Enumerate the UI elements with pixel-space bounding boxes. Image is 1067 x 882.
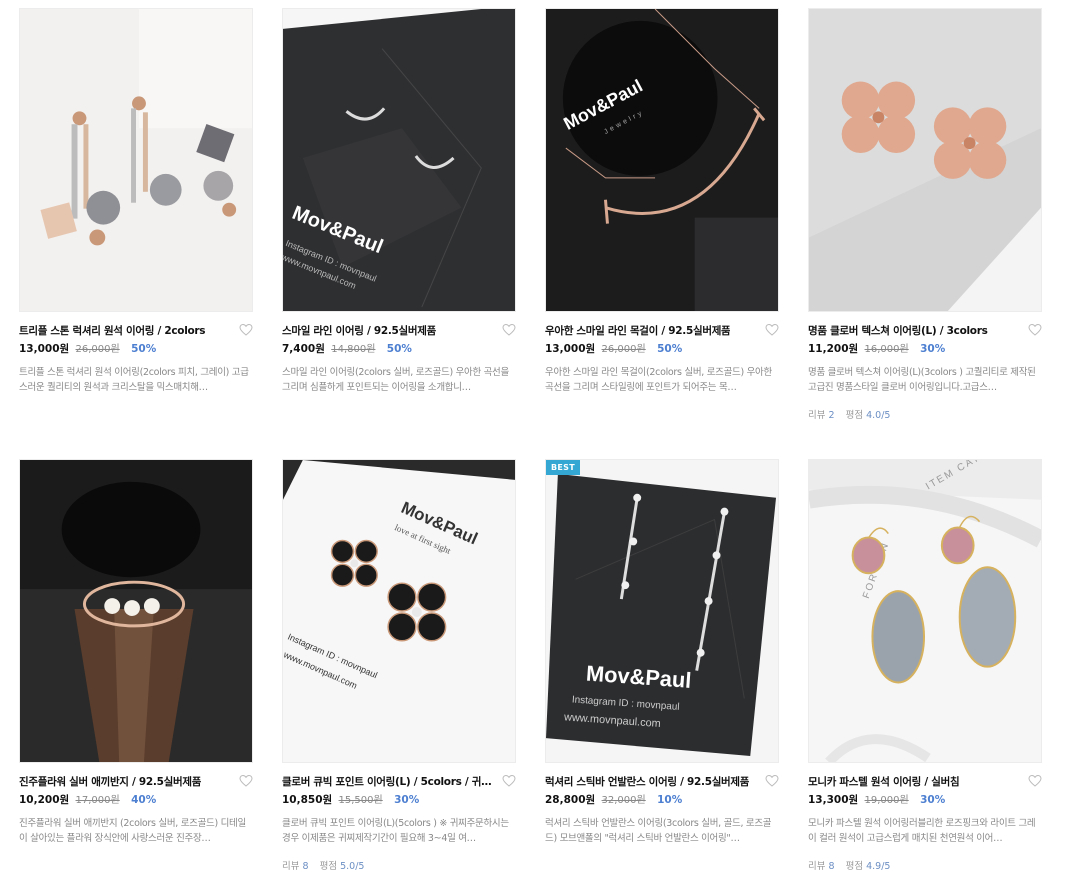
- sale-price: 10,200원: [19, 794, 70, 806]
- discount-rate: 30%: [920, 343, 946, 355]
- original-price: 32,000원: [601, 795, 646, 806]
- original-price: 19,000원: [864, 795, 909, 806]
- product-description: 스마일 라인 이어링(2colors 실버, 로즈골드) 우아한 곡선을 그리며…: [282, 367, 509, 393]
- original-price: 16,000원: [864, 344, 909, 355]
- original-price: 26,000원: [75, 344, 120, 355]
- discount-rate: 50%: [386, 343, 412, 355]
- product-image[interactable]: [19, 459, 253, 763]
- discount-rate: 10%: [657, 794, 683, 806]
- discount-rate: 30%: [920, 794, 946, 806]
- heart-icon[interactable]: [502, 774, 516, 788]
- discount-rate: 50%: [657, 343, 683, 355]
- product-card[interactable]: Mov&Paul love at first sight Instagram I…: [282, 459, 516, 872]
- product-title[interactable]: 스마일 라인 이어링 / 92.5실버제품: [282, 323, 436, 338]
- product-image[interactable]: [19, 8, 253, 312]
- review-summary: 리뷰 2 평점 4.0/5: [808, 407, 1042, 421]
- product-grid: 트리플 스톤 럭셔리 원석 이어링 / 2colors 13,000원 26,0…: [0, 0, 1067, 882]
- rating-value: 4.9/5: [866, 861, 891, 872]
- review-label: 리뷰: [282, 861, 300, 872]
- product-card[interactable]: Mov&Paul Instagram ID : movnpaul www.mov…: [282, 8, 516, 395]
- product-description: 명품 클로버 텍스쳐 이어링(L)(3colors ) 고퀄리티로 제작된 고급…: [808, 367, 1036, 393]
- product-description: 럭셔리 스틱바 언발란스 이어링(3colors 실버, 골드, 로즈골드) 모…: [545, 818, 772, 844]
- heart-icon[interactable]: [239, 774, 253, 788]
- product-title[interactable]: 모니카 파스텔 원석 이어링 / 실버침: [808, 774, 959, 789]
- discount-rate: 50%: [131, 343, 157, 355]
- heart-icon[interactable]: [765, 774, 779, 788]
- original-price: 17,000원: [75, 795, 120, 806]
- rating-label: 평점: [319, 861, 338, 872]
- sale-price: 10,850원: [282, 794, 333, 806]
- product-card[interactable]: Mov&Paul Jewelry 우아한 스마일 라인 목걸이 / 92.5실버…: [545, 8, 779, 395]
- product-image[interactable]: Mov&Paul Instagram ID : movnpaul www.mov…: [545, 459, 779, 763]
- original-price: 26,000원: [601, 344, 646, 355]
- product-image[interactable]: Mov&Paul Jewelry: [545, 8, 779, 312]
- rating-value: 4.0/5: [866, 410, 891, 421]
- product-card[interactable]: FOR MEN ITEM CATA 모니카 파스텔 원석 이어링 / 실버침 1…: [808, 459, 1042, 872]
- product-title[interactable]: 트리플 스톤 럭셔리 원석 이어링 / 2colors: [19, 323, 205, 338]
- heart-icon[interactable]: [765, 323, 779, 337]
- heart-icon[interactable]: [502, 323, 516, 337]
- original-price: 15,500원: [338, 795, 383, 806]
- heart-icon[interactable]: [1028, 774, 1042, 788]
- product-image[interactable]: [808, 8, 1042, 312]
- product-image[interactable]: FOR MEN ITEM CATA: [808, 459, 1042, 763]
- product-description: 모니카 파스텔 원석 이어링러블리한 로즈핑크와 라이트 그레이 컬러 원석이 …: [808, 818, 1036, 844]
- product-title[interactable]: 우아한 스마일 라인 목걸이 / 92.5실버제품: [545, 323, 730, 338]
- product-title[interactable]: 클로버 큐빅 포인트 이어링(L) / 5colors / 귀찌…: [282, 774, 494, 789]
- product-title[interactable]: 진주플라워 실버 애끼반지 / 92.5실버제품: [19, 774, 201, 789]
- original-price: 14,800원: [331, 344, 376, 355]
- product-description: 트리플 스톤 럭셔리 원석 이어링(2colors 피치, 그레이) 고급스러운…: [19, 367, 249, 393]
- product-description: 클로버 큐빅 포인트 이어링(L)(5colors ) ※ 귀찌주문하시는 경우…: [282, 818, 509, 844]
- discount-rate: 40%: [131, 794, 157, 806]
- review-count: 8: [302, 861, 309, 872]
- product-description: 진주플라워 실버 애끼반지 (2colors 실버, 로즈골드) 디테일이 살아…: [19, 818, 246, 844]
- product-card[interactable]: Mov&Paul Instagram ID : movnpaul www.mov…: [545, 459, 779, 846]
- review-count: 8: [828, 861, 835, 872]
- product-title[interactable]: 럭셔리 스틱바 언발란스 이어링 / 92.5실버제품: [545, 774, 749, 789]
- best-badge: BEST: [546, 460, 580, 475]
- review-summary: 리뷰 8 평점 4.9/5: [808, 858, 1042, 872]
- sale-price: 28,800원: [545, 794, 596, 806]
- review-count: 2: [828, 410, 835, 421]
- product-card[interactable]: 트리플 스톤 럭셔리 원석 이어링 / 2colors 13,000원 26,0…: [19, 8, 253, 395]
- review-summary: 리뷰 8 평점 5.0/5: [282, 858, 516, 872]
- product-card[interactable]: 진주플라워 실버 애끼반지 / 92.5실버제품 10,200원 17,000원…: [19, 459, 253, 846]
- sale-price: 13,000원: [19, 343, 70, 355]
- discount-rate: 30%: [394, 794, 420, 806]
- sale-price: 11,200원: [808, 343, 859, 355]
- product-image[interactable]: Mov&Paul Instagram ID : movnpaul www.mov…: [282, 8, 516, 312]
- review-label: 리뷰: [808, 410, 826, 421]
- heart-icon[interactable]: [1028, 323, 1042, 337]
- product-card[interactable]: 명품 클로버 텍스쳐 이어링(L) / 3colors 11,200원 16,0…: [808, 8, 1042, 421]
- review-label: 리뷰: [808, 861, 826, 872]
- product-title[interactable]: 명품 클로버 텍스쳐 이어링(L) / 3colors: [808, 323, 988, 338]
- product-description: 우아한 스마일 라인 목걸이(2colors 실버, 로즈골드) 우아한 곡선을…: [545, 367, 772, 393]
- product-image[interactable]: Mov&Paul love at first sight Instagram I…: [282, 459, 516, 763]
- sale-price: 13,000원: [545, 343, 596, 355]
- rating-value: 5.0/5: [340, 861, 365, 872]
- sale-price: 13,300원: [808, 794, 859, 806]
- sale-price: 7,400원: [282, 343, 325, 355]
- rating-label: 평점: [845, 861, 864, 872]
- rating-label: 평점: [845, 410, 864, 421]
- heart-icon[interactable]: [239, 323, 253, 337]
